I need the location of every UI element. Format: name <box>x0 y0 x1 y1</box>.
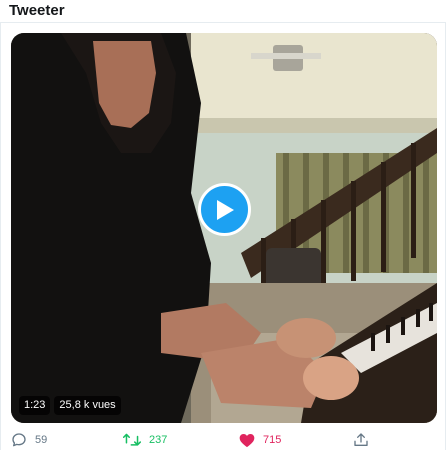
tweet-card[interactable]: 1:23 25,8 k vues 59 237 715 <box>0 22 446 450</box>
heart-icon <box>239 433 255 447</box>
reply-icon <box>12 433 26 447</box>
play-button[interactable] <box>198 183 251 236</box>
share-button[interactable] <box>353 431 369 449</box>
like-button[interactable]: 715 <box>239 431 281 449</box>
reply-count: 59 <box>35 434 48 446</box>
duration-badge: 1:23 <box>19 396 51 415</box>
tweet-actions: 59 237 715 <box>1 431 447 451</box>
retweet-count: 237 <box>149 434 168 446</box>
reply-button[interactable]: 59 <box>11 431 47 449</box>
views-badge: 25,8 k vues <box>54 396 121 415</box>
retweet-button[interactable]: 237 <box>123 431 167 449</box>
play-icon <box>216 199 234 220</box>
page-title: Tweeter <box>9 2 65 19</box>
video-player[interactable]: 1:23 25,8 k vues <box>11 33 437 423</box>
video-badges: 1:23 25,8 k vues <box>19 396 121 415</box>
share-icon <box>354 433 368 446</box>
like-count: 715 <box>263 434 282 446</box>
retweet-icon <box>123 433 141 446</box>
